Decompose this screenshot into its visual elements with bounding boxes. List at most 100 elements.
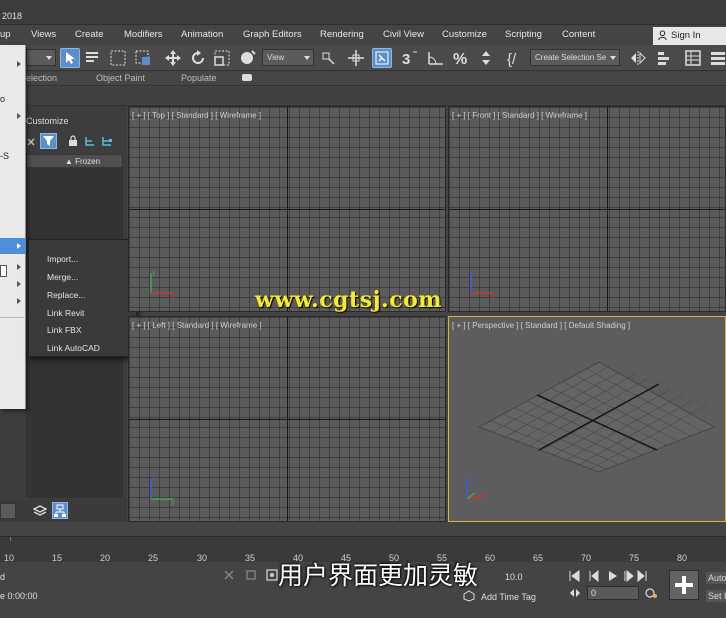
axis-gizmo-icon: zx [470, 270, 495, 300]
pivot-icon [322, 52, 335, 65]
menu-item-views[interactable]: Views [31, 29, 56, 40]
ribbon-tab-object-paint[interactable]: Object Paint [96, 73, 145, 83]
view-dropdown-label: View [267, 53, 285, 62]
lock-icon[interactable] [68, 135, 78, 147]
viewport-top[interactable]: [ + ] [ Top ] [ Standard ] [ Wireframe ]… [128, 106, 446, 312]
spinner-icon [482, 51, 490, 65]
status-time: e 0:00:00 [0, 591, 38, 601]
scale-button[interactable] [212, 48, 232, 68]
file-menu-item[interactable]: o [0, 94, 5, 104]
window-crossing-button[interactable] [133, 48, 153, 68]
menu-item-graph-editors[interactable]: Graph Editors [243, 29, 302, 40]
align-button[interactable] [654, 48, 674, 68]
replace-menu-item[interactable]: Replace... [47, 290, 85, 300]
selection-set-label: Create Selection Se [535, 53, 607, 62]
snap-3d-button[interactable]: 3 [400, 48, 420, 68]
playback-controls[interactable] [568, 570, 648, 582]
grid-axis-x [449, 209, 725, 210]
scene-explorer-toggle-button[interactable] [683, 48, 703, 68]
layer-explorer-toggle-button[interactable] [708, 48, 726, 68]
submenu-arrow-icon [17, 281, 21, 287]
menu-item-group[interactable]: up [0, 29, 11, 40]
key-mode-toggle-icon[interactable] [569, 587, 581, 599]
close-icon[interactable] [26, 137, 36, 147]
ribbon-options-icon[interactable] [242, 74, 252, 81]
reference-coordinate-dropdown[interactable]: View [262, 49, 314, 66]
hierarchy-expand-icon[interactable] [101, 135, 113, 147]
select-by-name-button[interactable] [83, 48, 103, 68]
link-fbx-menu-item[interactable]: Link FBX [47, 325, 82, 335]
isolate-selection-icon[interactable] [222, 568, 236, 582]
selection-lock-icon[interactable] [244, 568, 258, 582]
submenu-arrow-icon [17, 243, 21, 249]
list-icon [86, 52, 98, 62]
angle-snap-button[interactable] [426, 48, 446, 68]
axis-gizmo-icon: z [466, 476, 488, 500]
mirror-button[interactable] [628, 48, 648, 68]
select-manipulate-button[interactable] [346, 48, 366, 68]
spinner-snap-button[interactable] [476, 48, 496, 68]
menu-item-rendering[interactable]: Rendering [320, 29, 364, 40]
crosshair-icon [348, 50, 364, 66]
shortcut-icon [375, 51, 389, 65]
hierarchy-view-button[interactable] [52, 502, 68, 519]
rotate-button[interactable] [188, 48, 208, 68]
dashed-rect-icon [110, 50, 126, 66]
filter-icon [43, 136, 54, 146]
file-menu-import-item[interactable] [0, 238, 26, 254]
menu-item-modifiers[interactable]: Modifiers [124, 29, 163, 40]
ribbon-tab-selection[interactable]: election [26, 73, 57, 83]
menu-item-content[interactable]: Content [562, 29, 595, 40]
selection-filter-dropdown[interactable] [26, 49, 56, 66]
import-menu-item[interactable]: Import... [47, 254, 78, 264]
viewport-label-front[interactable]: [ + ] [ Front ] [ Standard ] [ Wireframe… [452, 111, 587, 120]
keyboard-shortcut-override-button[interactable] [372, 48, 392, 68]
hierarchy-icon[interactable] [84, 135, 96, 147]
ribbon-tab-populate[interactable]: Populate [181, 73, 217, 83]
hierarchy-icon [54, 504, 66, 517]
viewport-perspective[interactable]: [ + ] [ Perspective ] [ Standard ] [ Def… [448, 316, 726, 522]
frozen-column-header[interactable]: ▲ Frozen [26, 154, 123, 168]
window-title: 2018 [2, 11, 23, 21]
viewport-label-top[interactable]: [ + ] [ Top ] [ Standard ] [ Wireframe ] [132, 111, 261, 120]
viewport-left[interactable]: [ + ] [ Left ] [ Standard ] [ Wireframe … [128, 316, 446, 522]
menu-item-customize[interactable]: Customize [442, 29, 487, 40]
menu-bar: up Views Create Modifiers Animation Grap… [0, 25, 726, 45]
layers-icon[interactable] [33, 504, 47, 518]
absolute-mode-icon[interactable] [265, 568, 279, 582]
viewport-front[interactable]: [ + ] [ Front ] [ Standard ] [ Wireframe… [448, 106, 726, 312]
move-button[interactable] [163, 48, 183, 68]
time-config-icon[interactable] [644, 586, 658, 600]
place-button[interactable] [238, 48, 258, 68]
axis-gizmo-icon: yx [150, 270, 175, 300]
viewport-label-left[interactable]: [ + ] [ Left ] [ Standard ] [ Wireframe … [132, 321, 262, 330]
file-menu-checkbox[interactable] [0, 265, 7, 277]
grid-axis-y [287, 107, 288, 311]
select-object-button[interactable] [60, 48, 80, 68]
auto-key-button[interactable]: Auto [706, 572, 726, 584]
rectangle-selection-button[interactable] [108, 48, 128, 68]
sign-in-button[interactable]: Sign In [653, 27, 726, 45]
menu-item-civil-view[interactable]: Civil View [383, 29, 424, 40]
percent-snap-button[interactable]: % [451, 48, 471, 68]
add-time-tag-button[interactable]: Add Time Tag [481, 592, 536, 602]
layer-dropdown[interactable] [0, 503, 16, 519]
scene-explorer-customize-menu[interactable]: Customize [26, 116, 69, 126]
set-key-button[interactable]: Set K [706, 590, 726, 602]
percent-icon: % [453, 51, 467, 68]
named-selection-set-dropdown[interactable]: Create Selection Se [530, 49, 620, 66]
menu-item-animation[interactable]: Animation [181, 29, 223, 40]
edit-named-selection-button[interactable]: {/ [505, 48, 525, 68]
link-autocad-menu-item[interactable]: Link AutoCAD [47, 343, 100, 353]
merge-menu-item[interactable]: Merge... [47, 272, 78, 282]
set-keys-button[interactable] [669, 570, 699, 600]
menu-item-scripting[interactable]: Scripting [505, 29, 542, 40]
menu-item-create[interactable]: Create [75, 29, 104, 40]
pivot-button[interactable] [318, 48, 338, 68]
place-icon [241, 50, 256, 64]
current-frame-field[interactable]: 0 [587, 586, 639, 600]
svg-text:3: 3 [402, 51, 410, 68]
filter-button[interactable] [40, 133, 57, 149]
link-revit-menu-item[interactable]: Link Revit [47, 308, 84, 318]
file-menu-item[interactable]: -S [0, 151, 9, 161]
